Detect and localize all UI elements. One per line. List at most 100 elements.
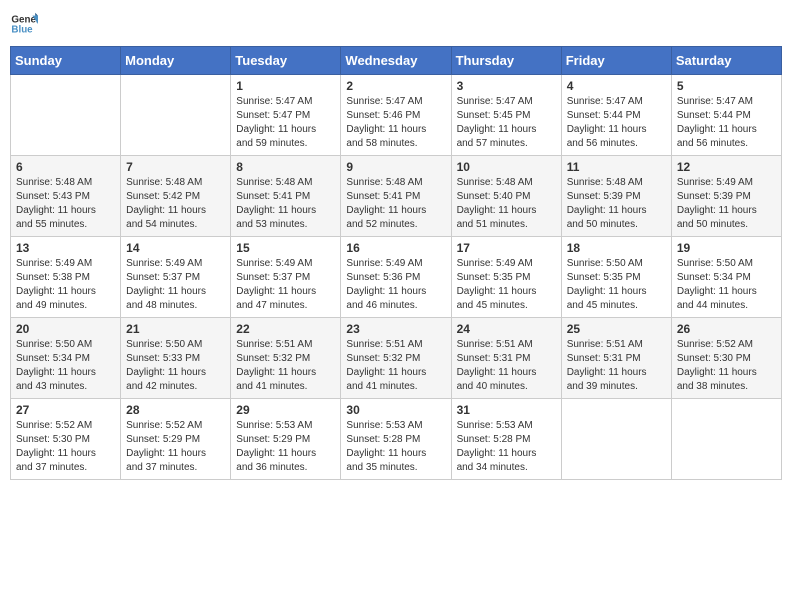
day-number: 10 [457,160,556,174]
day-number: 19 [677,241,776,255]
day-info: Sunrise: 5:47 AM Sunset: 5:45 PM Dayligh… [457,95,556,151]
calendar-cell [121,75,231,156]
day-info: Sunrise: 5:51 AM Sunset: 5:31 PM Dayligh… [567,338,666,394]
calendar-header-row: SundayMondayTuesdayWednesdayThursdayFrid… [11,47,782,75]
calendar-cell: 15 Sunrise: 5:49 AM Sunset: 5:37 PM Dayli… [231,237,341,318]
day-info: Sunrise: 5:49 AM Sunset: 5:37 PM Dayligh… [236,257,335,313]
day-info: Sunrise: 5:48 AM Sunset: 5:40 PM Dayligh… [457,176,556,232]
day-info: Sunrise: 5:52 AM Sunset: 5:29 PM Dayligh… [126,419,225,475]
calendar-cell: 24 Sunrise: 5:51 AM Sunset: 5:31 PM Dayli… [451,318,561,399]
day-info: Sunrise: 5:48 AM Sunset: 5:39 PM Dayligh… [567,176,666,232]
day-info: Sunrise: 5:50 AM Sunset: 5:34 PM Dayligh… [677,257,776,313]
day-header-wednesday: Wednesday [341,47,451,75]
day-number: 15 [236,241,335,255]
calendar-cell: 4Sunrise: 5:47 AM Sunset: 5:44 PM Daylig… [561,75,671,156]
day-info: Sunrise: 5:49 AM Sunset: 5:37 PM Dayligh… [126,257,225,313]
day-info: Sunrise: 5:52 AM Sunset: 5:30 PM Dayligh… [677,338,776,394]
calendar-cell: 9 Sunrise: 5:48 AM Sunset: 5:41 PM Daylig… [341,156,451,237]
day-number: 12 [677,160,776,174]
day-number: 22 [236,322,335,336]
day-number: 16 [346,241,445,255]
page-header: General Blue [10,10,782,38]
calendar-week-4: 20 Sunrise: 5:50 AM Sunset: 5:34 PM Dayli… [11,318,782,399]
calendar-cell: 14 Sunrise: 5:49 AM Sunset: 5:37 PM Dayli… [121,237,231,318]
day-info: Sunrise: 5:48 AM Sunset: 5:43 PM Dayligh… [16,176,115,232]
day-number: 18 [567,241,666,255]
logo: General Blue [10,10,42,38]
day-info: Sunrise: 5:48 AM Sunset: 5:41 PM Dayligh… [236,176,335,232]
day-number: 5 [677,79,776,93]
calendar-cell: 1 Sunrise: 5:47 AM Sunset: 5:47 PM Daylig… [231,75,341,156]
day-number: 23 [346,322,445,336]
calendar: SundayMondayTuesdayWednesdayThursdayFrid… [10,46,782,480]
day-number: 29 [236,403,335,417]
day-number: 8 [236,160,335,174]
day-number: 20 [16,322,115,336]
calendar-cell [11,75,121,156]
day-number: 14 [126,241,225,255]
calendar-cell: 29Sunrise: 5:53 AM Sunset: 5:29 PM Dayli… [231,399,341,480]
day-header-tuesday: Tuesday [231,47,341,75]
calendar-week-2: 6 Sunrise: 5:48 AM Sunset: 5:43 PM Daylig… [11,156,782,237]
day-info: Sunrise: 5:48 AM Sunset: 5:41 PM Dayligh… [346,176,445,232]
day-number: 26 [677,322,776,336]
calendar-cell: 18 Sunrise: 5:50 AM Sunset: 5:35 PM Dayli… [561,237,671,318]
day-header-friday: Friday [561,47,671,75]
calendar-cell: 31Sunrise: 5:53 AM Sunset: 5:28 PM Dayli… [451,399,561,480]
logo-icon: General Blue [10,10,38,38]
calendar-cell: 13Sunrise: 5:49 AM Sunset: 5:38 PM Dayli… [11,237,121,318]
day-number: 9 [346,160,445,174]
calendar-cell: 22 Sunrise: 5:51 AM Sunset: 5:32 PM Dayli… [231,318,341,399]
day-number: 13 [16,241,115,255]
calendar-cell: 16 Sunrise: 5:49 AM Sunset: 5:36 PM Dayli… [341,237,451,318]
calendar-cell: 2Sunrise: 5:47 AM Sunset: 5:46 PM Daylig… [341,75,451,156]
svg-text:Blue: Blue [11,24,33,35]
calendar-cell: 8 Sunrise: 5:48 AM Sunset: 5:41 PM Daylig… [231,156,341,237]
calendar-cell [671,399,781,480]
day-info: Sunrise: 5:50 AM Sunset: 5:33 PM Dayligh… [126,338,225,394]
day-number: 31 [457,403,556,417]
day-number: 30 [346,403,445,417]
calendar-week-5: 27 Sunrise: 5:52 AM Sunset: 5:30 PM Dayli… [11,399,782,480]
day-info: Sunrise: 5:49 AM Sunset: 5:39 PM Dayligh… [677,176,776,232]
day-info: Sunrise: 5:53 AM Sunset: 5:28 PM Dayligh… [346,419,445,475]
day-info: Sunrise: 5:49 AM Sunset: 5:36 PM Dayligh… [346,257,445,313]
day-header-saturday: Saturday [671,47,781,75]
day-number: 27 [16,403,115,417]
calendar-cell [561,399,671,480]
day-info: Sunrise: 5:50 AM Sunset: 5:35 PM Dayligh… [567,257,666,313]
day-info: Sunrise: 5:51 AM Sunset: 5:32 PM Dayligh… [236,338,335,394]
day-number: 7 [126,160,225,174]
day-info: Sunrise: 5:50 AM Sunset: 5:34 PM Dayligh… [16,338,115,394]
calendar-cell: 21 Sunrise: 5:50 AM Sunset: 5:33 PM Dayli… [121,318,231,399]
calendar-cell: 28 Sunrise: 5:52 AM Sunset: 5:29 PM Dayli… [121,399,231,480]
day-info: Sunrise: 5:47 AM Sunset: 5:47 PM Dayligh… [236,95,335,151]
day-number: 11 [567,160,666,174]
day-info: Sunrise: 5:49 AM Sunset: 5:35 PM Dayligh… [457,257,556,313]
day-number: 3 [457,79,556,93]
calendar-cell: 19 Sunrise: 5:50 AM Sunset: 5:34 PM Dayli… [671,237,781,318]
calendar-cell: 26 Sunrise: 5:52 AM Sunset: 5:30 PM Dayli… [671,318,781,399]
day-number: 21 [126,322,225,336]
calendar-cell: 5 Sunrise: 5:47 AM Sunset: 5:44 PM Daylig… [671,75,781,156]
day-info: Sunrise: 5:48 AM Sunset: 5:42 PM Dayligh… [126,176,225,232]
day-header-monday: Monday [121,47,231,75]
day-header-sunday: Sunday [11,47,121,75]
calendar-cell: 27 Sunrise: 5:52 AM Sunset: 5:30 PM Dayli… [11,399,121,480]
day-number: 6 [16,160,115,174]
day-number: 24 [457,322,556,336]
calendar-cell: 20 Sunrise: 5:50 AM Sunset: 5:34 PM Dayli… [11,318,121,399]
day-number: 28 [126,403,225,417]
calendar-cell: 6 Sunrise: 5:48 AM Sunset: 5:43 PM Daylig… [11,156,121,237]
calendar-cell: 7 Sunrise: 5:48 AM Sunset: 5:42 PM Daylig… [121,156,231,237]
day-number: 25 [567,322,666,336]
day-info: Sunrise: 5:47 AM Sunset: 5:46 PM Dayligh… [346,95,445,151]
calendar-week-3: 13Sunrise: 5:49 AM Sunset: 5:38 PM Dayli… [11,237,782,318]
day-info: Sunrise: 5:47 AM Sunset: 5:44 PM Dayligh… [567,95,666,151]
day-info: Sunrise: 5:47 AM Sunset: 5:44 PM Dayligh… [677,95,776,151]
calendar-cell: 12 Sunrise: 5:49 AM Sunset: 5:39 PM Dayli… [671,156,781,237]
day-info: Sunrise: 5:51 AM Sunset: 5:31 PM Dayligh… [457,338,556,394]
day-number: 1 [236,79,335,93]
day-info: Sunrise: 5:52 AM Sunset: 5:30 PM Dayligh… [16,419,115,475]
day-number: 17 [457,241,556,255]
